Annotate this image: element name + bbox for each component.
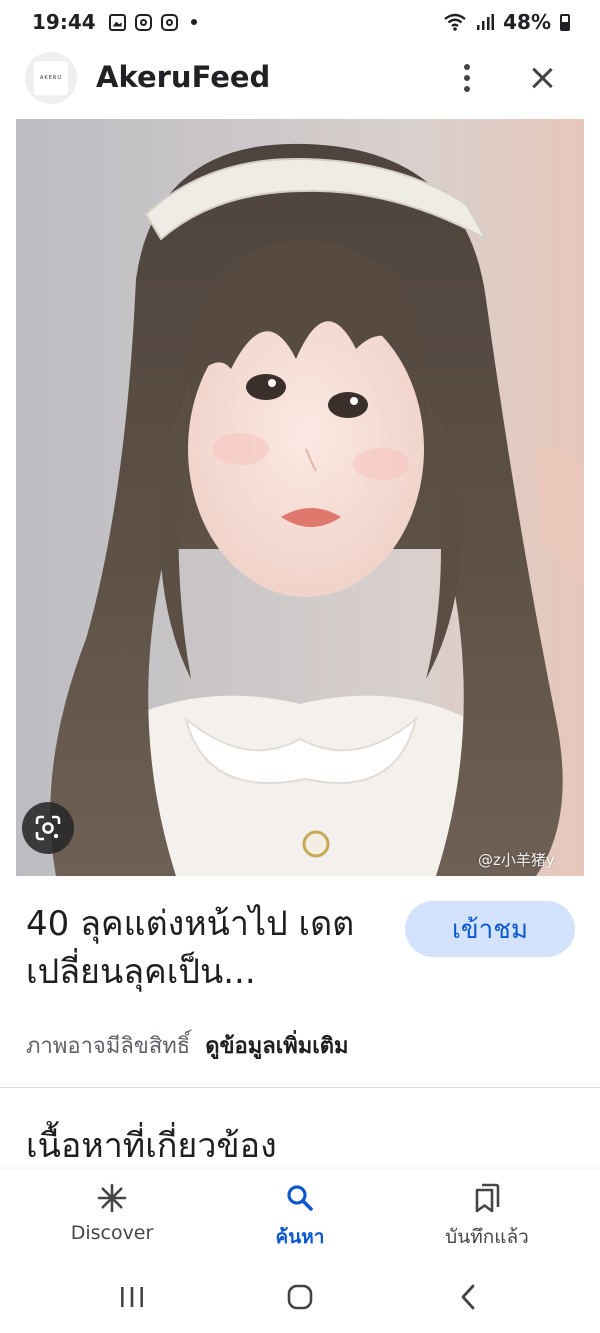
nav-discover-label: Discover: [70, 1222, 154, 1244]
saved-icon: [469, 1180, 505, 1216]
app-title: AkeruFeed: [96, 60, 271, 94]
nav-saved-label: บันทึกแล้ว: [445, 1226, 529, 1248]
home-icon[interactable]: [280, 1280, 320, 1314]
more-info-link[interactable]: ดูข้อมูลเพิ่มเติม: [205, 1034, 348, 1059]
status-bar: 19:44 48%: [0, 0, 600, 44]
nav-saved[interactable]: บันทึกแล้ว: [397, 1180, 577, 1260]
status-time: 19:44: [32, 10, 96, 34]
gallery-icon: [108, 13, 126, 31]
result-title[interactable]: 40 ลุคแต่งหน้าไป เดต เปลี่ยนลุคเป็น...: [26, 900, 386, 996]
instagram-icon: [134, 13, 152, 31]
system-nav: [0, 1262, 600, 1333]
nav-search[interactable]: ค้นหา: [210, 1180, 390, 1260]
result-image[interactable]: [16, 119, 584, 876]
app-header: AKERU AkeruFeed: [0, 50, 600, 106]
back-icon[interactable]: [448, 1280, 488, 1314]
logo-text: AKERU: [34, 61, 68, 95]
asterisk-icon: [94, 1180, 130, 1216]
status-left: 19:44: [32, 10, 197, 34]
related-heading: เนื้อหาที่เกี่ยวข้อง: [26, 1126, 277, 1166]
recents-icon[interactable]: [112, 1280, 152, 1314]
signal-icon: [477, 14, 495, 30]
image-watermark: @z小羊猪y: [478, 851, 555, 869]
battery-icon: [560, 13, 570, 31]
google-lens-icon[interactable]: [22, 802, 74, 854]
search-icon: [282, 1180, 318, 1216]
dot-icon: [190, 19, 197, 25]
copyright-line: ภาพอาจมีลิขสิทธิ์ ดูข้อมูลเพิ่มเติม: [26, 1028, 349, 1063]
instagram-icon: [160, 13, 178, 31]
visit-button[interactable]: เข้าชม: [405, 901, 575, 957]
bottom-nav: Discover ค้นหา บันทึกแล้ว: [0, 1170, 600, 1262]
copyright-text: ภาพอาจมีลิขสิทธิ์: [26, 1034, 191, 1059]
close-icon[interactable]: [522, 58, 562, 98]
nav-search-label: ค้นหา: [275, 1226, 325, 1248]
wifi-icon: [444, 13, 466, 31]
status-right: 48%: [443, 10, 570, 34]
more-vert-icon[interactable]: [450, 58, 484, 98]
battery-percent: 48%: [503, 10, 551, 34]
nav-discover[interactable]: Discover: [22, 1180, 202, 1260]
divider: [0, 1087, 600, 1088]
app-logo[interactable]: AKERU: [25, 52, 77, 104]
